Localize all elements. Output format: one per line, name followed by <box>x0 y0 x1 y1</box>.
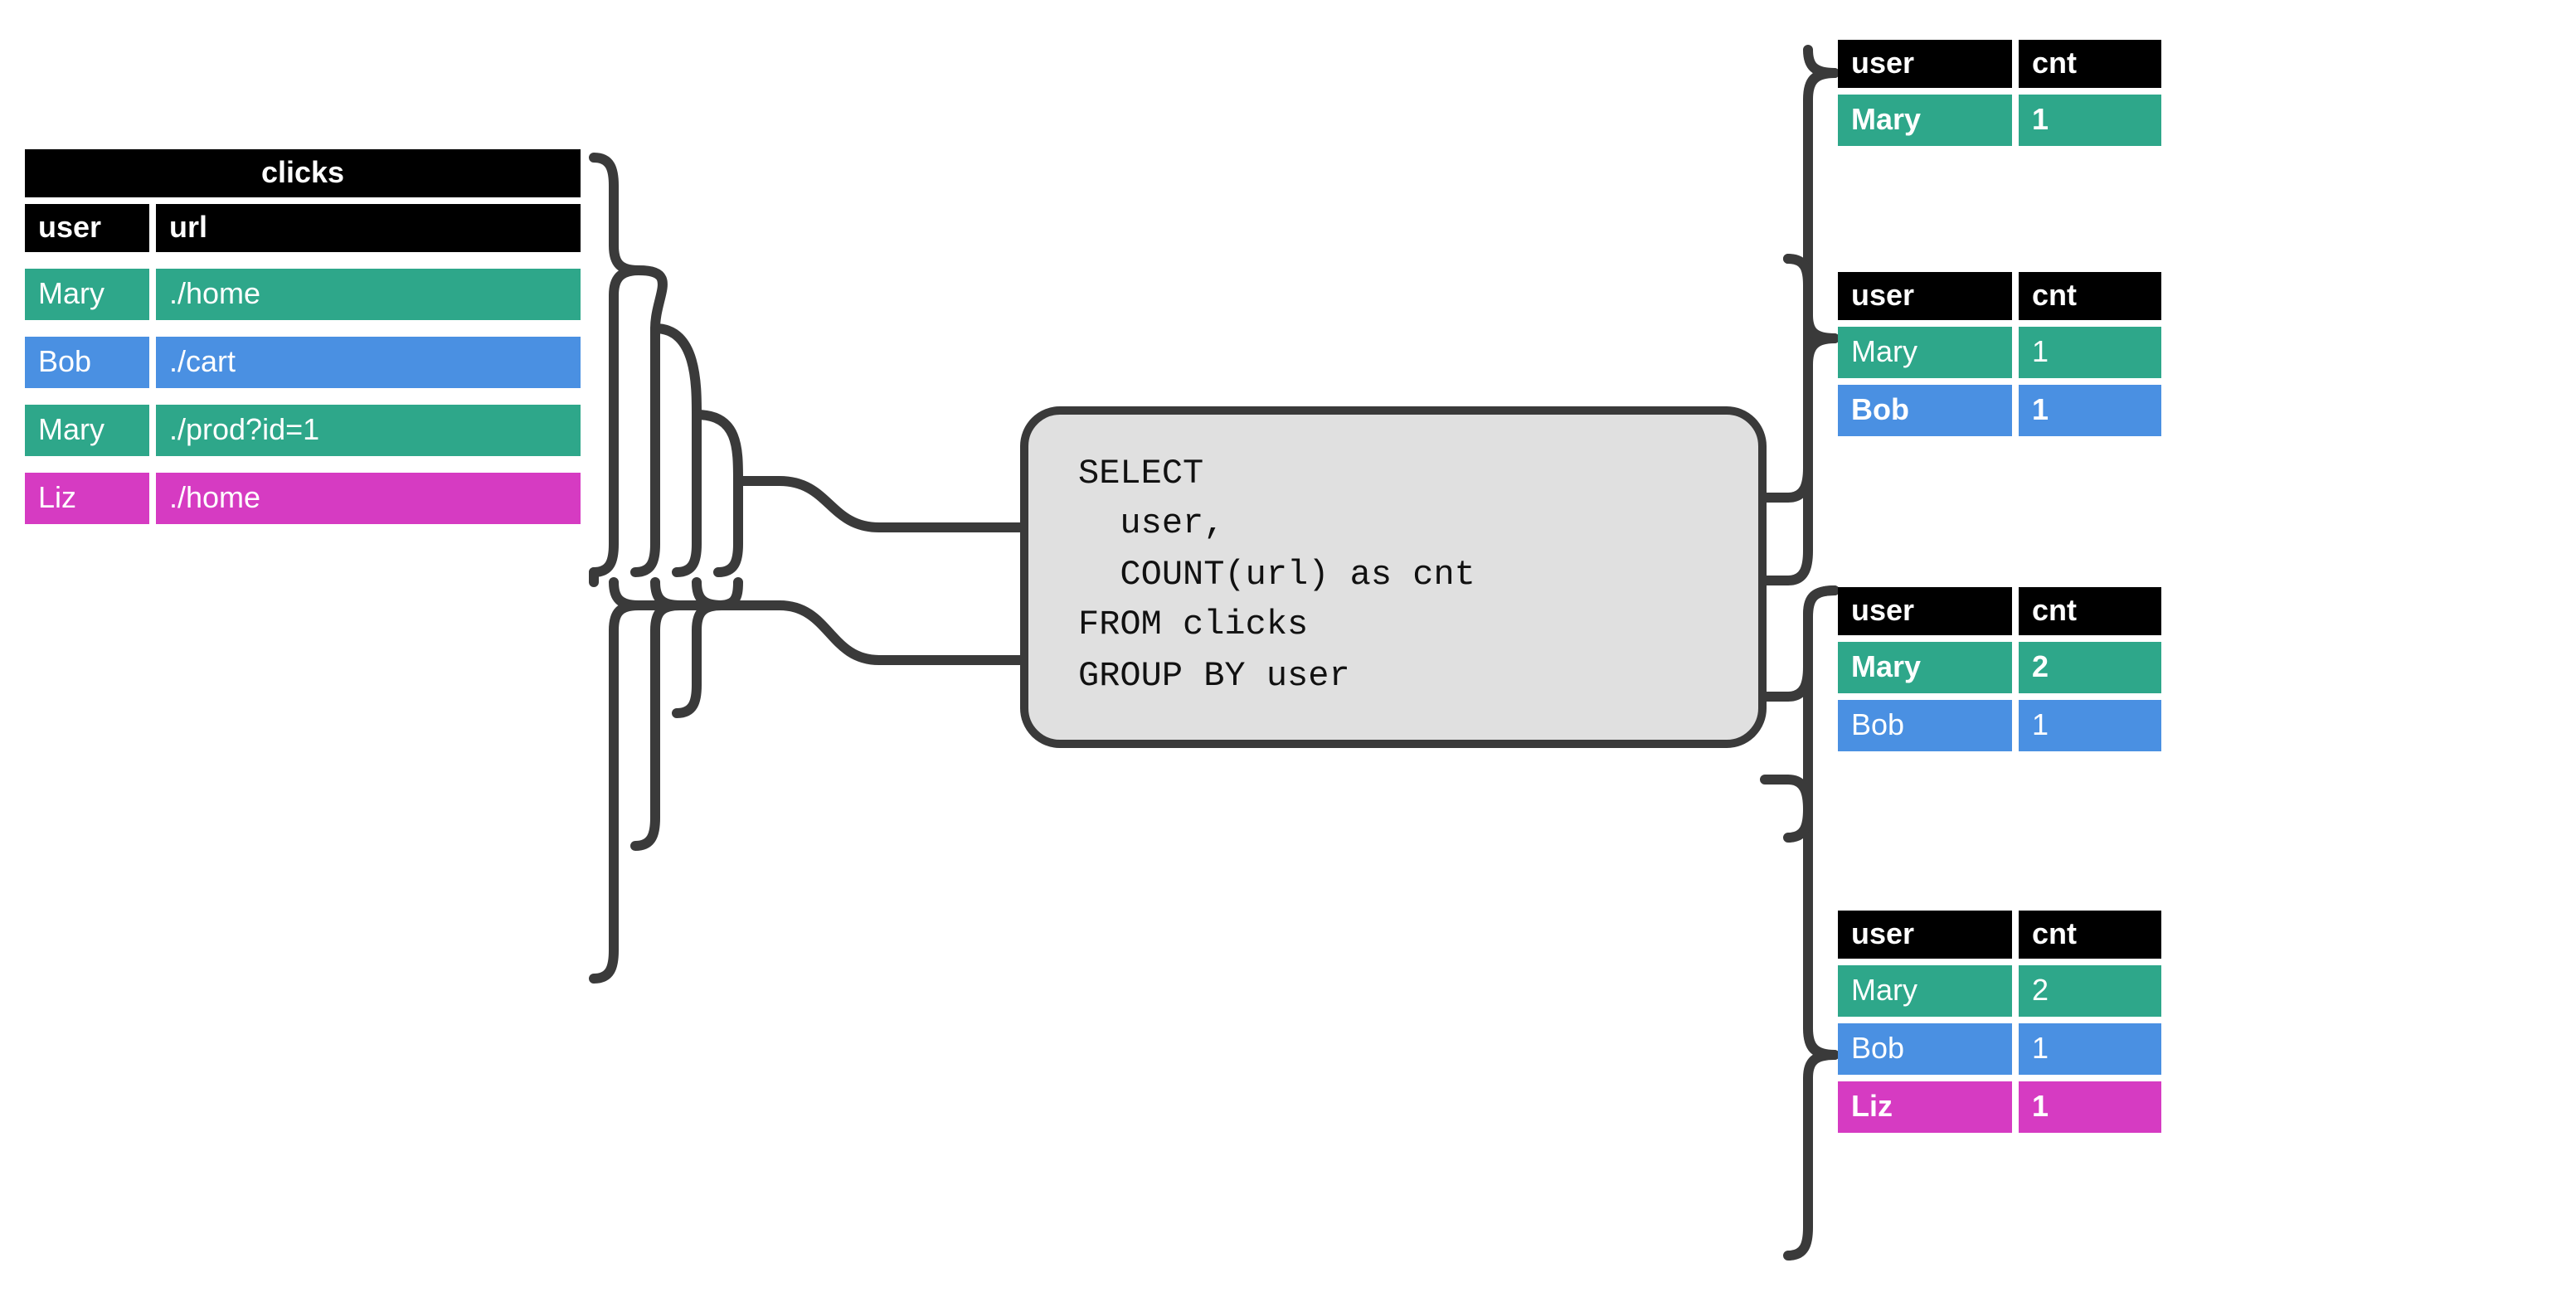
output-snapshot-3: user cnt Mary 2 Bob 1 <box>1838 580 2161 751</box>
table-row: Bob 1 <box>1838 700 2161 751</box>
table-row: Mary 1 <box>1838 95 2161 146</box>
sql-text: SELECT user, COUNT(url) as cnt FROM clic… <box>1078 456 1475 697</box>
table-row: Mary ./prod?id=1 <box>25 405 581 456</box>
output-snapshot-1: user cnt Mary 1 <box>1838 33 2161 146</box>
output-header: user cnt <box>1838 40 2161 88</box>
out-header-user: user <box>1838 272 2012 320</box>
out-header-cnt: cnt <box>2019 911 2161 959</box>
cell-user: Mary <box>1838 965 2012 1017</box>
out-header-cnt: cnt <box>2019 272 2161 320</box>
table-row: Mary 2 <box>1838 642 2161 693</box>
diagram-stage: clicks user url Mary ./home Bob ./cart M… <box>0 0 2576 1297</box>
cell-cnt: 2 <box>2019 965 2161 1017</box>
cell-user: Bob <box>1838 700 2012 751</box>
sql-codebox: SELECT user, COUNT(url) as cnt FROM clic… <box>1020 406 1767 748</box>
output-snapshot-2: user cnt Mary 1 Bob 1 <box>1838 265 2161 436</box>
input-table-header: user url <box>25 204 581 252</box>
cell-url: ./home <box>156 269 581 320</box>
out-header-user: user <box>1838 911 2012 959</box>
cell-user: Bob <box>1838 385 2012 436</box>
cell-user: Bob <box>1838 1023 2012 1075</box>
input-table: clicks user url Mary ./home Bob ./cart M… <box>25 149 581 524</box>
cell-url: ./prod?id=1 <box>156 405 581 456</box>
cell-user: Mary <box>1838 642 2012 693</box>
cell-cnt: 1 <box>2019 1023 2161 1075</box>
table-row: Mary 1 <box>1838 327 2161 378</box>
cell-user: Mary <box>25 405 149 456</box>
table-row: Liz 1 <box>1838 1081 2161 1133</box>
cell-cnt: 1 <box>2019 1081 2161 1133</box>
table-row: Mary 2 <box>1838 965 2161 1017</box>
output-header: user cnt <box>1838 911 2161 959</box>
table-row: Bob ./cart <box>25 337 581 388</box>
cell-url: ./home <box>156 473 581 524</box>
input-header-user: user <box>25 204 149 252</box>
cell-user: Bob <box>25 337 149 388</box>
table-row: Bob 1 <box>1838 385 2161 436</box>
cell-cnt: 2 <box>2019 642 2161 693</box>
cell-url: ./cart <box>156 337 581 388</box>
table-row: Mary ./home <box>25 269 581 320</box>
cell-user: Mary <box>1838 327 2012 378</box>
cell-cnt: 1 <box>2019 95 2161 146</box>
out-header-user: user <box>1838 40 2012 88</box>
output-snapshot-4: user cnt Mary 2 Bob 1 Liz 1 <box>1838 904 2161 1133</box>
cell-user: Mary <box>25 269 149 320</box>
out-header-cnt: cnt <box>2019 587 2161 635</box>
cell-user: Liz <box>1838 1081 2012 1133</box>
output-header: user cnt <box>1838 272 2161 320</box>
cell-user: Mary <box>1838 95 2012 146</box>
cell-cnt: 1 <box>2019 385 2161 436</box>
cell-cnt: 1 <box>2019 327 2161 378</box>
table-row: Liz ./home <box>25 473 581 524</box>
output-header: user cnt <box>1838 587 2161 635</box>
table-row: Bob 1 <box>1838 1023 2161 1075</box>
out-header-user: user <box>1838 587 2012 635</box>
cell-user: Liz <box>25 473 149 524</box>
out-header-cnt: cnt <box>2019 40 2161 88</box>
input-table-title: clicks <box>25 149 581 197</box>
input-header-url: url <box>156 204 581 252</box>
cell-cnt: 1 <box>2019 700 2161 751</box>
